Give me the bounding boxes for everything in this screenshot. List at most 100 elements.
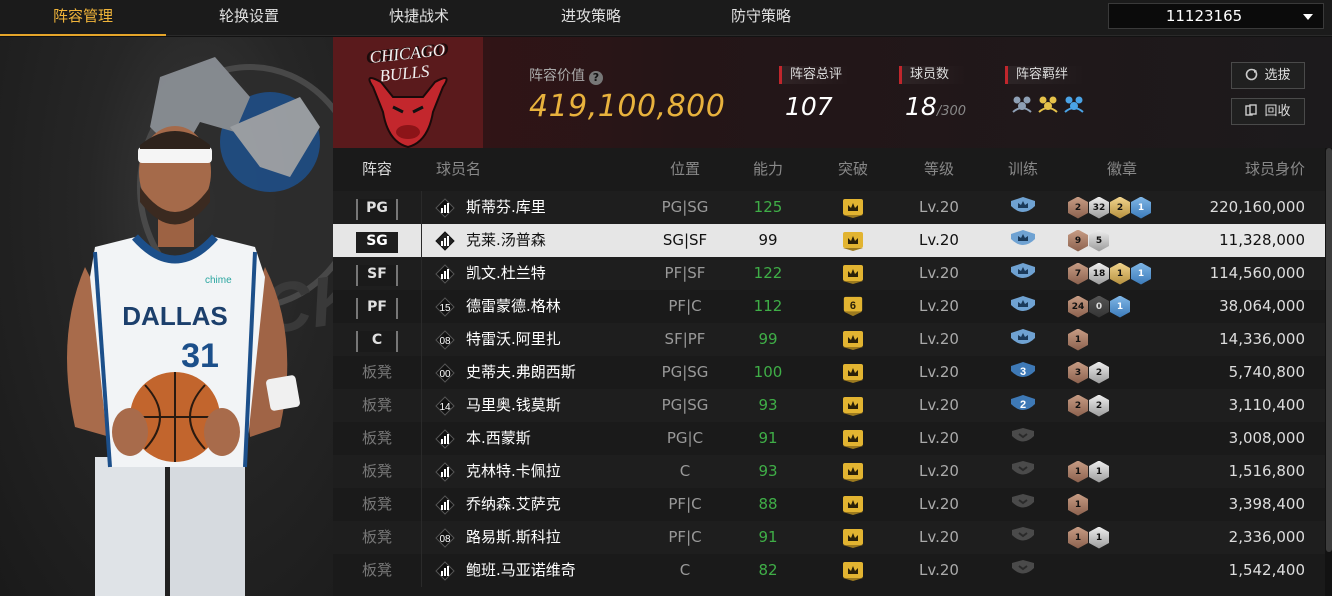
training-shield-icon[interactable] bbox=[978, 290, 1068, 323]
bond-blue-icon[interactable] bbox=[1063, 94, 1085, 114]
player-artwork: ICK DALLAS 31 chime bbox=[67, 57, 333, 596]
badge-list[interactable] bbox=[1066, 422, 1178, 455]
player-level: Lv.20 bbox=[919, 396, 959, 414]
breakthrough-crown-icon[interactable] bbox=[808, 521, 898, 554]
badge-list[interactable]: 7 18 1 1 bbox=[1066, 257, 1178, 290]
training-shield-icon[interactable] bbox=[978, 422, 1068, 455]
table-row[interactable]: 板凳 乔纳森.艾萨克 PF|C 88 Lv.20 1 3,398,400 bbox=[333, 488, 1326, 521]
row-slot[interactable]: SF bbox=[333, 257, 421, 290]
table-row[interactable]: PG 斯蒂芬.库里 PG|SG 125 Lv.20 2 32 2 1 220,160,000 bbox=[333, 191, 1326, 224]
row-slot[interactable]: 板凳 bbox=[333, 521, 421, 554]
badge-list[interactable]: 11 bbox=[1066, 521, 1178, 554]
breakthrough-crown-icon[interactable] bbox=[808, 488, 898, 521]
training-shield-icon[interactable] bbox=[978, 191, 1068, 224]
header-positions[interactable]: 位置 bbox=[633, 148, 737, 191]
row-slot[interactable]: 板凳 bbox=[333, 356, 421, 389]
header-ability[interactable]: 能力 bbox=[728, 148, 808, 191]
header-level[interactable]: 等级 bbox=[893, 148, 985, 191]
svg-text:08: 08 bbox=[439, 336, 451, 347]
table-row[interactable]: 板凳 鲍班.马亚诺维奇 C 82 Lv.20 1,542,400 bbox=[333, 554, 1326, 587]
table-row[interactable]: SF 凯文.杜兰特 PF|SF 122 Lv.20 7 18 1 1 114,560,000 bbox=[333, 257, 1326, 290]
training-shield-icon[interactable] bbox=[978, 455, 1068, 488]
table-row[interactable]: 板凳 00 史蒂夫.弗朗西斯 PG|SG 100 Lv.20 3 3 2 5,740,800 bbox=[333, 356, 1326, 389]
training-shield-icon[interactable]: 3 bbox=[978, 356, 1068, 389]
badge-list[interactable]: 2 32 2 1 bbox=[1066, 191, 1178, 224]
table-row[interactable]: SG 克莱.汤普森 SG|SF 99 Lv.20 9 5 11,328,000 bbox=[333, 224, 1326, 257]
scrollbar-thumb[interactable] bbox=[1326, 148, 1332, 552]
breakthrough-crown-icon[interactable] bbox=[808, 323, 898, 356]
row-slot[interactable]: 板凳 bbox=[333, 422, 421, 455]
row-slot[interactable]: SG bbox=[333, 224, 421, 257]
header-slot[interactable]: 阵容 bbox=[333, 148, 421, 191]
player-positions: PG|C bbox=[666, 429, 704, 447]
breakthrough-crown-icon[interactable] bbox=[808, 455, 898, 488]
tier-number-icon: 14 bbox=[431, 389, 459, 422]
badge-list[interactable]: 1 bbox=[1066, 323, 1178, 356]
lineup-rating-block: 阵容总评 107 bbox=[779, 66, 851, 121]
header-price[interactable]: 球员身价 bbox=[1203, 148, 1305, 191]
badge-list[interactable]: 1 bbox=[1066, 488, 1178, 521]
table-row[interactable]: 板凳 本.西蒙斯 PG|C 91 Lv.20 3,008,000 bbox=[333, 422, 1326, 455]
training-shield-icon[interactable]: 2 bbox=[978, 389, 1068, 422]
tab-rotation-settings[interactable]: 轮换设置 bbox=[166, 0, 332, 36]
breakthrough-level-icon[interactable]: 6 bbox=[808, 290, 898, 323]
table-row[interactable]: 板凳 14 马里奥.钱莫斯 PG|SG 93 Lv.20 2 2 2 3,110,400 bbox=[333, 389, 1326, 422]
bond-gold-icon[interactable] bbox=[1037, 94, 1059, 114]
help-icon[interactable]: ? bbox=[589, 71, 603, 85]
badge-list[interactable]: 95 bbox=[1066, 224, 1178, 257]
recycle-button[interactable]: 回收 bbox=[1231, 98, 1305, 125]
training-shield-icon[interactable] bbox=[978, 554, 1068, 587]
scrollbar[interactable] bbox=[1325, 148, 1332, 596]
table-row[interactable]: 板凳 08 路易斯.斯科拉 PF|C 91 Lv.20 1 1 2,336,000 bbox=[333, 521, 1326, 554]
row-slot[interactable]: 板凳 bbox=[333, 455, 421, 488]
player-count-label: 球员数 bbox=[899, 66, 967, 84]
scout-button[interactable]: 选拔 bbox=[1231, 62, 1305, 89]
header-name[interactable]: 球员名 bbox=[436, 148, 496, 191]
tab-quick-tactics[interactable]: 快捷战术 bbox=[336, 0, 502, 36]
breakthrough-crown-icon[interactable] bbox=[808, 257, 898, 290]
row-slot[interactable]: 板凳 bbox=[333, 554, 421, 587]
breakthrough-crown-icon[interactable] bbox=[808, 554, 898, 587]
training-shield-icon[interactable] bbox=[978, 521, 1068, 554]
svg-text:3: 3 bbox=[1020, 366, 1026, 378]
training-shield-icon[interactable] bbox=[978, 488, 1068, 521]
row-slot[interactable]: C bbox=[333, 323, 421, 356]
team-select-dropdown[interactable]: 11123165 bbox=[1108, 3, 1324, 29]
tab-defense-strategy[interactable]: 防守策略 bbox=[678, 0, 844, 36]
training-shield-icon[interactable] bbox=[978, 257, 1068, 290]
breakthrough-crown-icon[interactable] bbox=[808, 224, 898, 257]
bench-label: 板凳 bbox=[361, 561, 392, 579]
table-row[interactable]: 板凳 克林特.卡佩拉 C 93 Lv.20 1 1 1,516,800 bbox=[333, 455, 1326, 488]
lineup-bonds-label: 阵容羁绊 bbox=[1005, 66, 1085, 84]
row-slot[interactable]: PF bbox=[333, 290, 421, 323]
badge-list[interactable]: 24 0 1 bbox=[1066, 290, 1178, 323]
tab-offense-strategy[interactable]: 进攻策略 bbox=[508, 0, 674, 36]
row-slot[interactable]: PG bbox=[333, 191, 421, 224]
tier-number-icon: 08 bbox=[431, 521, 459, 554]
badge-list[interactable]: 11 bbox=[1066, 455, 1178, 488]
training-shield-icon[interactable] bbox=[978, 323, 1068, 356]
badge-list[interactable] bbox=[1066, 554, 1178, 587]
header-badges[interactable]: 徽章 bbox=[1066, 148, 1178, 191]
row-slot[interactable]: 板凳 bbox=[333, 488, 421, 521]
tier-bars-icon bbox=[431, 488, 459, 521]
player-level: Lv.20 bbox=[919, 528, 959, 546]
tier-bars-icon bbox=[431, 422, 459, 455]
table-row[interactable]: C 08 特雷沃.阿里扎 SF|PF 99 Lv.20 1 14,336,000 bbox=[333, 323, 1326, 356]
player-price: 2,336,000 bbox=[1228, 528, 1305, 546]
training-shield-icon[interactable] bbox=[978, 224, 1068, 257]
breakthrough-crown-icon[interactable] bbox=[808, 389, 898, 422]
breakthrough-crown-icon[interactable] bbox=[808, 422, 898, 455]
breakthrough-crown-icon[interactable] bbox=[808, 356, 898, 389]
table-row[interactable]: PF 15 德雷蒙德.格林 PF|C 112 6 Lv.20 24 0 1 38,064,000 bbox=[333, 290, 1326, 323]
bond-gray-icon[interactable] bbox=[1011, 94, 1033, 114]
header-breakthrough[interactable]: 突破 bbox=[808, 148, 898, 191]
header-training[interactable]: 训练 bbox=[978, 148, 1068, 191]
lineup-summary: CHICAGO CHICAGO BULLS 阵容价值? 419,100,800 … bbox=[333, 37, 1332, 148]
breakthrough-crown-icon[interactable] bbox=[808, 191, 898, 224]
badge-list[interactable]: 22 bbox=[1066, 389, 1178, 422]
row-slot[interactable]: 板凳 bbox=[333, 389, 421, 422]
tab-roster-management[interactable]: 阵容管理 bbox=[0, 0, 166, 36]
lineup-value: 419,100,800 bbox=[529, 89, 726, 124]
badge-list[interactable]: 32 bbox=[1066, 356, 1178, 389]
